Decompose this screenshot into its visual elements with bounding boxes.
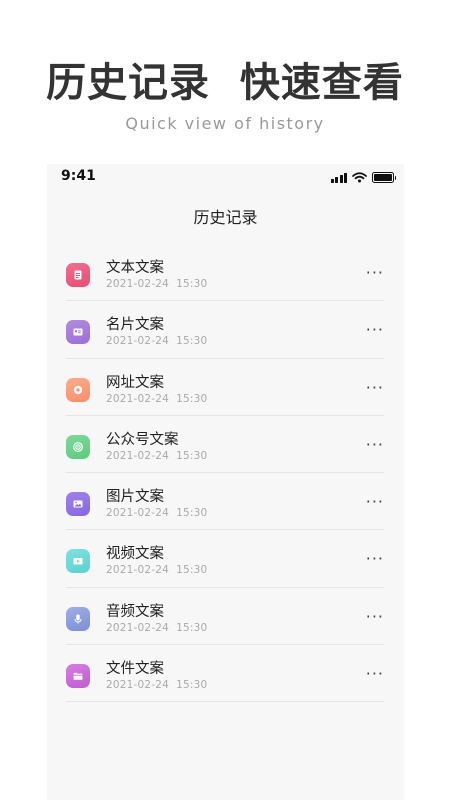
history-list-item[interactable]: 图片文案 2021-02-24 15:30 ··· <box>66 473 384 531</box>
item-title: 视频文案 <box>106 546 164 563</box>
history-list-item[interactable]: 网址文案 2021-02-24 15:30 ··· <box>66 359 384 416</box>
page-title: 历史记录 <box>193 208 258 227</box>
more-options-icon[interactable]: ··· <box>366 379 384 395</box>
item-timestamp: 2021-02-24 15:30 <box>106 392 208 405</box>
cellular-signal-icon <box>330 172 347 183</box>
history-list-item[interactable]: 公众号文案 2021-02-24 15:30 ··· <box>66 416 384 474</box>
status-icons <box>330 170 396 184</box>
history-list-item[interactable]: 文本文案 2021-02-24 15:30 ··· <box>66 244 384 302</box>
item-timestamp: 2021-02-24 15:30 <box>106 335 208 348</box>
item-timestamp: 2021-02-24 15:30 <box>106 621 208 634</box>
item-title: 文本文案 <box>106 260 164 276</box>
status-bar: 9:41 <box>47 164 404 188</box>
image-icon <box>66 492 90 517</box>
history-list-item[interactable]: 视频文案 2021-02-24 15:30 ··· <box>66 530 384 588</box>
microphone-icon <box>66 606 90 631</box>
card-icon <box>66 320 90 345</box>
history-list-item[interactable]: 文件文案 2021-02-24 15:30 ··· <box>66 645 384 703</box>
hero-header: 历史记录 快速查看 Quick view of history <box>0 0 450 160</box>
hero-subtitle: Quick view of history <box>125 114 325 133</box>
phone-screen: 9:41 历史记录 文本文案 2021-02-24 15:30 ··· 名片文案 202… <box>47 164 404 800</box>
more-options-icon[interactable]: ··· <box>366 551 384 567</box>
item-title: 公众号文案 <box>106 431 179 448</box>
more-options-icon[interactable]: ··· <box>366 436 384 452</box>
more-options-icon[interactable]: ··· <box>366 494 384 510</box>
item-timestamp: 2021-02-24 15:30 <box>106 507 208 520</box>
item-timestamp: 2021-02-24 15:30 <box>106 679 208 692</box>
more-options-icon[interactable]: ··· <box>366 322 384 338</box>
item-title: 图片文案 <box>106 489 164 506</box>
document-icon <box>66 263 90 287</box>
item-title: 音频文案 <box>106 603 164 620</box>
battery-icon <box>372 171 396 183</box>
more-options-icon[interactable]: ··· <box>366 265 384 281</box>
link-icon <box>66 377 90 402</box>
item-title: 文件文案 <box>106 661 164 678</box>
video-icon <box>66 549 90 574</box>
history-list-item[interactable]: 名片文案 2021-02-24 15:30 ··· <box>66 301 384 359</box>
target-icon <box>66 434 90 459</box>
wifi-icon <box>352 171 367 182</box>
more-options-icon[interactable]: ··· <box>366 608 384 624</box>
history-list: 文本文案 2021-02-24 15:30 ··· 名片文案 2021-02-24 15… <box>66 244 384 703</box>
item-timestamp: 2021-02-24 15:30 <box>106 449 208 462</box>
hero-title: 历史记录 快速查看 <box>46 60 404 106</box>
more-options-icon[interactable]: ··· <box>366 666 384 682</box>
item-timestamp: 2021-02-24 15:30 <box>106 278 208 290</box>
folder-icon <box>66 664 90 689</box>
item-timestamp: 2021-02-24 15:30 <box>106 564 208 577</box>
item-title: 名片文案 <box>106 317 164 334</box>
status-time: 9:41 <box>61 168 96 184</box>
item-title: 网址文案 <box>106 374 164 391</box>
history-list-item[interactable]: 音频文案 2021-02-24 15:30 ··· <box>66 588 384 646</box>
